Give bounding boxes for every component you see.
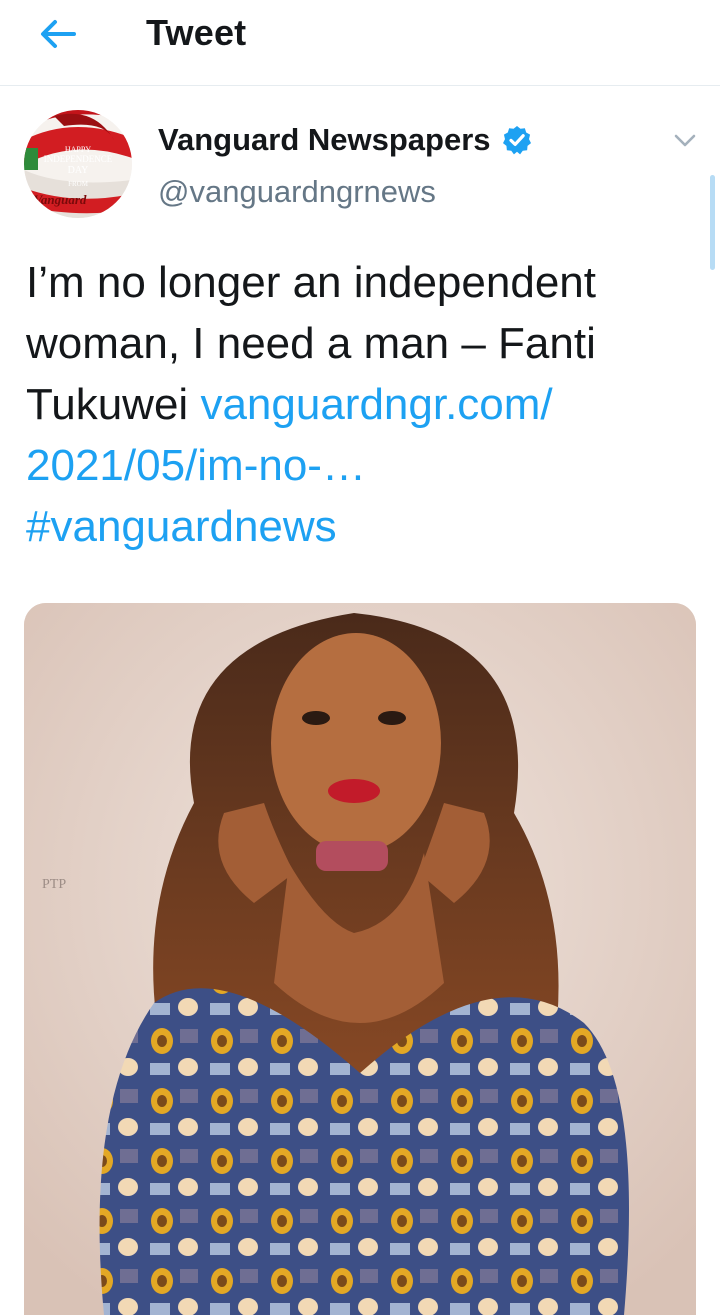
tweet-header: HAPPY INDEPENDENCE DAY FROM Vanguard Van… xyxy=(0,86,720,236)
top-app-bar: Tweet xyxy=(0,0,720,86)
avatar[interactable]: HAPPY INDEPENDENCE DAY FROM Vanguard xyxy=(24,110,132,218)
author-name-text: Vanguard Newspapers xyxy=(158,122,491,157)
tweet-text: I’m no longer an independent woman, I ne… xyxy=(26,252,696,557)
author-handle[interactable]: @vanguardngrnews xyxy=(158,174,436,210)
avatar-text-4: FROM xyxy=(68,180,89,188)
avatar-image: HAPPY INDEPENDENCE DAY FROM Vanguard xyxy=(24,110,132,218)
avatar-text-2: INDEPENDENCE xyxy=(44,154,113,164)
page-title: Tweet xyxy=(146,12,247,53)
avatar-text-3: DAY xyxy=(68,165,89,176)
author-display-name[interactable]: Vanguard Newspapers xyxy=(158,122,533,158)
tweet-menu-button[interactable] xyxy=(668,126,702,156)
tweet-media-image[interactable]: PTP xyxy=(24,603,696,1315)
scrollbar[interactable] xyxy=(710,175,715,270)
avatar-text-5: Vanguard xyxy=(34,192,87,207)
arrow-left-icon xyxy=(41,20,76,48)
chevron-down-icon xyxy=(674,134,696,147)
back-button[interactable] xyxy=(30,14,86,54)
hashtag-link[interactable]: #vanguardnews xyxy=(26,502,337,551)
verified-badge-icon xyxy=(501,124,533,156)
avatar-text-1: HAPPY xyxy=(65,145,91,154)
photo: PTP xyxy=(24,603,696,1315)
watermark-text: PTP xyxy=(42,877,66,892)
